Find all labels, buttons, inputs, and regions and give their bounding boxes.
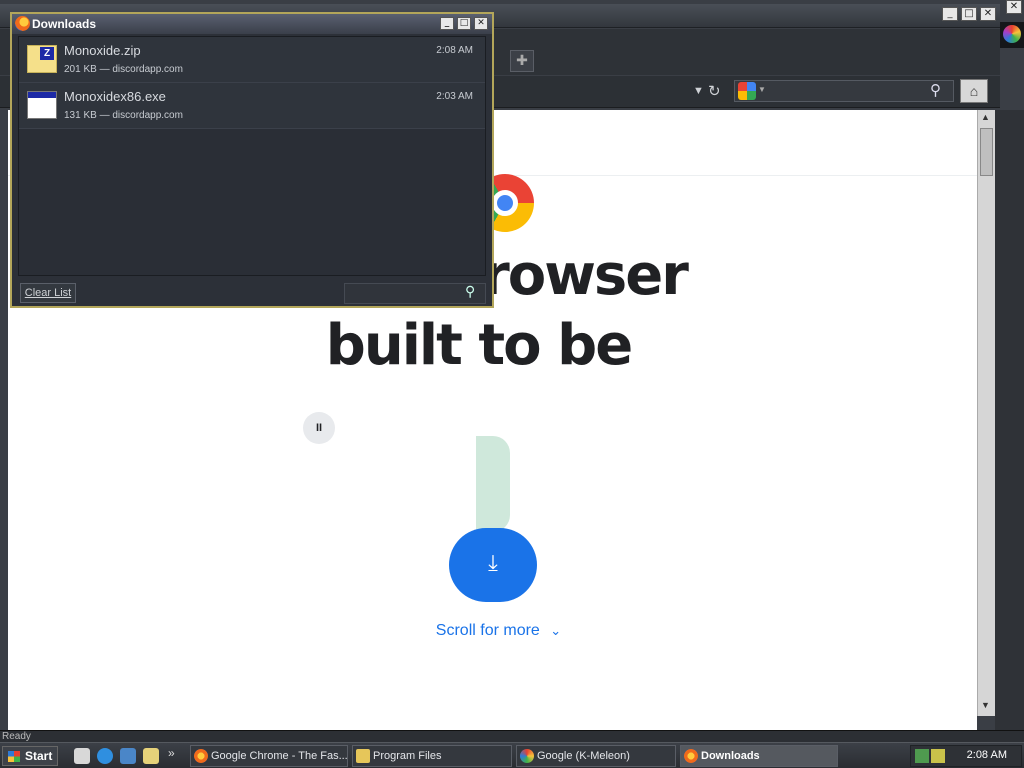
minimize-button[interactable]: _ bbox=[942, 7, 958, 21]
page-vertical-scrollbar[interactable]: ▲ ▼ bbox=[977, 110, 995, 716]
google-search-engine-icon[interactable] bbox=[738, 82, 756, 100]
downloads-window-controls: _ □ ✕ bbox=[440, 17, 488, 30]
download-time: 2:08 AM bbox=[436, 45, 473, 56]
close-button[interactable]: ✕ bbox=[474, 17, 488, 30]
search-folder-icon[interactable] bbox=[143, 748, 159, 764]
network-icon[interactable] bbox=[915, 749, 929, 763]
firefox-icon bbox=[684, 749, 698, 763]
list-item[interactable]: Monoxidex86.exe 131 KB — discordapp.com … bbox=[19, 83, 485, 129]
search-input[interactable] bbox=[734, 80, 954, 102]
home-button[interactable]: ⌂ bbox=[960, 79, 988, 103]
download-filename: Monoxide.zip bbox=[64, 43, 141, 58]
new-tab-button[interactable]: ✚ bbox=[510, 50, 534, 72]
downloads-title: Downloads bbox=[32, 17, 97, 31]
taskbar-item-label: Google Chrome - The Fas... bbox=[211, 750, 348, 762]
windows-logo-icon bbox=[8, 751, 20, 762]
show-desktop-icon[interactable] bbox=[74, 748, 90, 764]
browser-window-controls: _ □ ✕ bbox=[942, 7, 996, 21]
internet-explorer-icon[interactable] bbox=[97, 748, 113, 764]
search-engine-dropdown-icon[interactable]: ▼ bbox=[758, 85, 766, 94]
exe-file-icon bbox=[27, 91, 57, 119]
page-headline-line2: built to be bbox=[325, 313, 633, 378]
scroll-up-arrow-icon[interactable]: ▲ bbox=[981, 112, 990, 122]
system-tray: 2:08 AM bbox=[910, 745, 1022, 767]
url-dropdown-icon[interactable]: ▼ bbox=[693, 85, 704, 97]
clear-list-button[interactable]: Clear List bbox=[20, 283, 76, 303]
outer-window-controls: ✕ bbox=[1006, 0, 1022, 14]
folder-icon bbox=[356, 749, 370, 763]
scroll-for-more-link[interactable]: Scroll for more ⌄ bbox=[8, 622, 977, 640]
download-meta: 131 KB — discordapp.com bbox=[64, 110, 183, 121]
zip-file-icon: Z bbox=[27, 45, 57, 73]
maximize-button[interactable]: □ bbox=[457, 17, 471, 30]
chevron-down-icon: ⌄ bbox=[550, 623, 562, 638]
taskbar-item-program-files[interactable]: Program Files bbox=[352, 745, 512, 767]
outlook-express-icon[interactable] bbox=[120, 748, 136, 764]
firefox-icon bbox=[194, 749, 208, 763]
scrollbar-thumb[interactable] bbox=[980, 128, 993, 176]
taskbar: Start » Google Chrome - The Fas... Progr… bbox=[0, 742, 1024, 768]
kmeleon-icon bbox=[520, 749, 534, 763]
start-label: Start bbox=[25, 749, 53, 763]
list-item[interactable]: Z Monoxide.zip 201 KB — discordapp.com 2… bbox=[19, 37, 485, 83]
search-icon[interactable]: ⚲ bbox=[465, 283, 475, 300]
taskbar-item-kmeleon[interactable]: Google (K-Meleon) bbox=[516, 745, 676, 767]
scroll-down-arrow-icon[interactable]: ▼ bbox=[981, 700, 990, 710]
taskbar-item-label: Program Files bbox=[373, 750, 442, 762]
download-animation-shape bbox=[476, 436, 510, 532]
taskbar-item-label: Downloads bbox=[701, 750, 760, 762]
close-button[interactable]: ✕ bbox=[980, 7, 996, 21]
pause-animation-button[interactable]: II bbox=[303, 412, 335, 444]
download-button[interactable]: ⤓ bbox=[449, 528, 537, 602]
download-filename: Monoxidex86.exe bbox=[64, 89, 166, 104]
right-sidebar-strip bbox=[995, 110, 1024, 730]
outer-close-button[interactable]: ✕ bbox=[1006, 0, 1022, 14]
clock[interactable]: 2:08 AM bbox=[967, 749, 1007, 761]
firefox-icon bbox=[15, 16, 30, 31]
tray-app-icon[interactable] bbox=[931, 749, 945, 763]
status-bar: Ready bbox=[0, 730, 1024, 742]
download-time: 2:03 AM bbox=[436, 91, 473, 102]
downloads-titlebar[interactable]: Downloads _ □ ✕ bbox=[12, 14, 492, 34]
taskbar-item-downloads[interactable]: Downloads bbox=[680, 745, 838, 767]
minimize-button[interactable]: _ bbox=[440, 17, 454, 30]
taskbar-item-chrome[interactable]: Google Chrome - The Fas... bbox=[190, 745, 348, 767]
downloads-window: Downloads _ □ ✕ Z Monoxide.zip 201 KB — … bbox=[10, 12, 494, 308]
start-button[interactable]: Start bbox=[2, 746, 58, 766]
quicklaunch-more-icon[interactable]: » bbox=[168, 746, 175, 760]
downloads-footer: Clear List ⚲ bbox=[12, 280, 492, 306]
kmeleon-logo-icon bbox=[1000, 22, 1024, 48]
reload-icon[interactable]: ↻ bbox=[708, 82, 721, 100]
maximize-button[interactable]: □ bbox=[961, 7, 977, 21]
taskbar-item-label: Google (K-Meleon) bbox=[537, 750, 630, 762]
search-icon[interactable]: ⚲ bbox=[930, 81, 941, 99]
downloads-list: Z Monoxide.zip 201 KB — discordapp.com 2… bbox=[18, 36, 486, 276]
download-meta: 201 KB — discordapp.com bbox=[64, 64, 183, 75]
scroll-for-more-label: Scroll for more bbox=[435, 622, 540, 639]
